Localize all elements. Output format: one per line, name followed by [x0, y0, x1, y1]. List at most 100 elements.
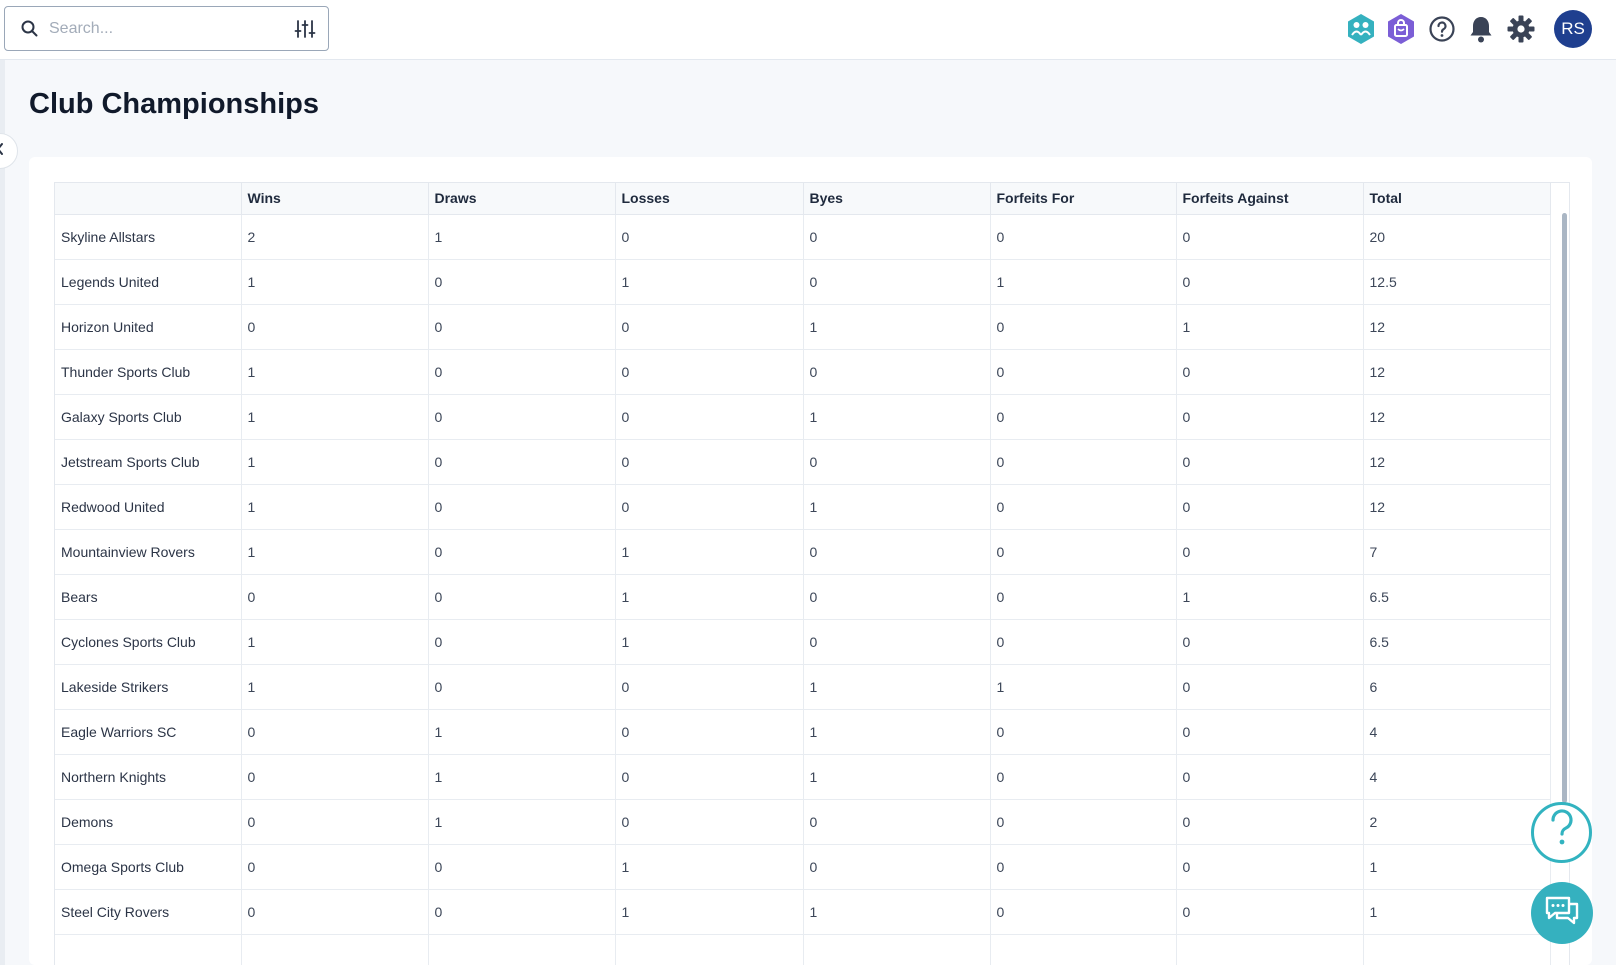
- stat-cell: 0: [428, 304, 616, 350]
- team-name-cell: Horizon United: [55, 304, 242, 350]
- stat-cell: 0: [803, 439, 991, 485]
- stat-cell: 0: [428, 844, 616, 890]
- stat-cell: 12.5: [1363, 259, 1551, 305]
- stat-cell: 0: [1176, 439, 1364, 485]
- table-scrollbar-thumb[interactable]: [1562, 213, 1567, 803]
- team-name-cell: Galaxy Sports Club: [55, 394, 242, 440]
- column-header-wins[interactable]: Wins: [241, 183, 429, 215]
- stat-cell: 7: [1363, 529, 1551, 575]
- team-name-cell: Redwood United: [55, 484, 242, 530]
- table-row[interactable]: Legends United 1 0 1 0 1 0 12.5: [55, 259, 1551, 305]
- avatar[interactable]: RS: [1554, 10, 1592, 48]
- stat-cell: [241, 934, 429, 965]
- stat-cell: 4: [1363, 754, 1551, 800]
- stat-cell: [615, 934, 804, 965]
- column-header-draws[interactable]: Draws: [428, 183, 616, 215]
- table-row[interactable]: Steel City Rovers 0 0 1 1 0 0 1: [55, 889, 1551, 935]
- stat-cell: 1: [241, 529, 429, 575]
- shopping-bag-hexagon-icon[interactable]: [1384, 12, 1418, 46]
- stat-cell: 0: [803, 529, 991, 575]
- table-row[interactable]: Bears 0 0 1 0 0 1 6.5: [55, 574, 1551, 620]
- gear-icon[interactable]: [1504, 12, 1538, 46]
- search-input[interactable]: [49, 17, 279, 41]
- standings-table-container[interactable]: Wins Draws Losses Byes Forfeits For Forf…: [54, 182, 1570, 965]
- stat-cell: 6.5: [1363, 619, 1551, 665]
- chevron-left-icon: [0, 142, 5, 161]
- stat-cell: 0: [428, 574, 616, 620]
- stat-cell: 0: [428, 259, 616, 305]
- column-header-byes[interactable]: Byes: [803, 183, 991, 215]
- chat-button[interactable]: [1531, 882, 1593, 944]
- bell-icon[interactable]: [1464, 12, 1498, 46]
- stat-cell: 1: [241, 664, 429, 710]
- team-name-cell: Lakeside Strikers: [55, 664, 242, 710]
- stat-cell: 1: [241, 394, 429, 440]
- stat-cell: 0: [428, 349, 616, 395]
- table-row[interactable]: Omega Sports Club 0 0 1 0 0 0 1: [55, 844, 1551, 890]
- stat-cell: 0: [990, 754, 1177, 800]
- stat-cell: 0: [1176, 799, 1364, 845]
- stat-cell: 2: [241, 214, 429, 260]
- stat-cell: 0: [428, 529, 616, 575]
- table-row[interactable]: Horizon United 0 0 0 1 0 1 12: [55, 304, 1551, 350]
- stat-cell: 0: [990, 619, 1177, 665]
- team-name-cell: Jetstream Sports Club: [55, 439, 242, 485]
- stat-cell: 1: [1363, 844, 1551, 890]
- table-row[interactable]: Eagle Warriors SC 0 1 0 1 0 0 4: [55, 709, 1551, 755]
- stat-cell: 0: [615, 754, 804, 800]
- team-name-cell: Steel City Rovers: [55, 889, 242, 935]
- sidebar-collapse-button[interactable]: [0, 133, 18, 169]
- stat-cell: 0: [990, 844, 1177, 890]
- stat-cell: 0: [1176, 529, 1364, 575]
- standings-table: Wins Draws Losses Byes Forfeits For Forf…: [55, 183, 1551, 965]
- help-fab-button[interactable]: [1531, 802, 1592, 863]
- stat-cell: 0: [615, 664, 804, 710]
- sliders-icon[interactable]: [294, 18, 316, 40]
- table-row[interactable]: Jetstream Sports Club 1 0 0 0 0 0 12: [55, 439, 1551, 485]
- stat-cell: 0: [241, 754, 429, 800]
- stat-cell: [803, 934, 991, 965]
- table-row[interactable]: Thunder Sports Club 1 0 0 0 0 0 12: [55, 349, 1551, 395]
- column-header-total[interactable]: Total: [1363, 183, 1551, 215]
- team-name-cell: Thunder Sports Club: [55, 349, 242, 395]
- column-header-losses[interactable]: Losses: [615, 183, 804, 215]
- search-box[interactable]: [4, 6, 329, 51]
- table-row[interactable]: Skyline Allstars 2 1 0 0 0 0 20: [55, 214, 1551, 260]
- stat-cell: 0: [241, 799, 429, 845]
- stat-cell: 0: [1176, 664, 1364, 710]
- stat-cell: [1176, 934, 1364, 965]
- question-circle-icon[interactable]: [1425, 12, 1459, 46]
- table-row[interactable]: Demons 0 1 0 0 0 0 2: [55, 799, 1551, 845]
- stat-cell: 0: [803, 574, 991, 620]
- stat-cell: 1: [990, 259, 1177, 305]
- stat-cell: 0: [615, 709, 804, 755]
- stat-cell: 6.5: [1363, 574, 1551, 620]
- team-name-cell: Eagle Warriors SC: [55, 709, 242, 755]
- table-row[interactable]: [55, 934, 1551, 965]
- sidebar-rail: [0, 60, 5, 965]
- stat-cell: 0: [1176, 754, 1364, 800]
- stat-cell: 1: [803, 304, 991, 350]
- team-name-cell: Mountainview Rovers: [55, 529, 242, 575]
- column-header-forfeits-for[interactable]: Forfeits For: [990, 183, 1177, 215]
- people-hexagon-icon[interactable]: [1344, 12, 1378, 46]
- stat-cell: 0: [1176, 889, 1364, 935]
- team-name-cell: Omega Sports Club: [55, 844, 242, 890]
- stat-cell: 0: [1176, 619, 1364, 665]
- search-icon: [20, 19, 40, 39]
- stat-cell: [1363, 934, 1551, 965]
- page-title: Club Championships: [29, 88, 319, 120]
- stat-cell: 1: [615, 574, 804, 620]
- table-row[interactable]: Mountainview Rovers 1 0 1 0 0 0 7: [55, 529, 1551, 575]
- table-row[interactable]: Northern Knights 0 1 0 1 0 0 4: [55, 754, 1551, 800]
- column-header-forfeits-against[interactable]: Forfeits Against: [1176, 183, 1364, 215]
- column-header-team[interactable]: [55, 183, 242, 215]
- table-row[interactable]: Redwood United 1 0 0 1 0 0 12: [55, 484, 1551, 530]
- stat-cell: [990, 934, 1177, 965]
- table-row[interactable]: Cyclones Sports Club 1 0 1 0 0 0 6.5: [55, 619, 1551, 665]
- stat-cell: 1: [241, 484, 429, 530]
- table-row[interactable]: Lakeside Strikers 1 0 0 1 1 0 6: [55, 664, 1551, 710]
- table-row[interactable]: Galaxy Sports Club 1 0 0 1 0 0 12: [55, 394, 1551, 440]
- stat-cell: 1: [241, 439, 429, 485]
- stat-cell: 12: [1363, 394, 1551, 440]
